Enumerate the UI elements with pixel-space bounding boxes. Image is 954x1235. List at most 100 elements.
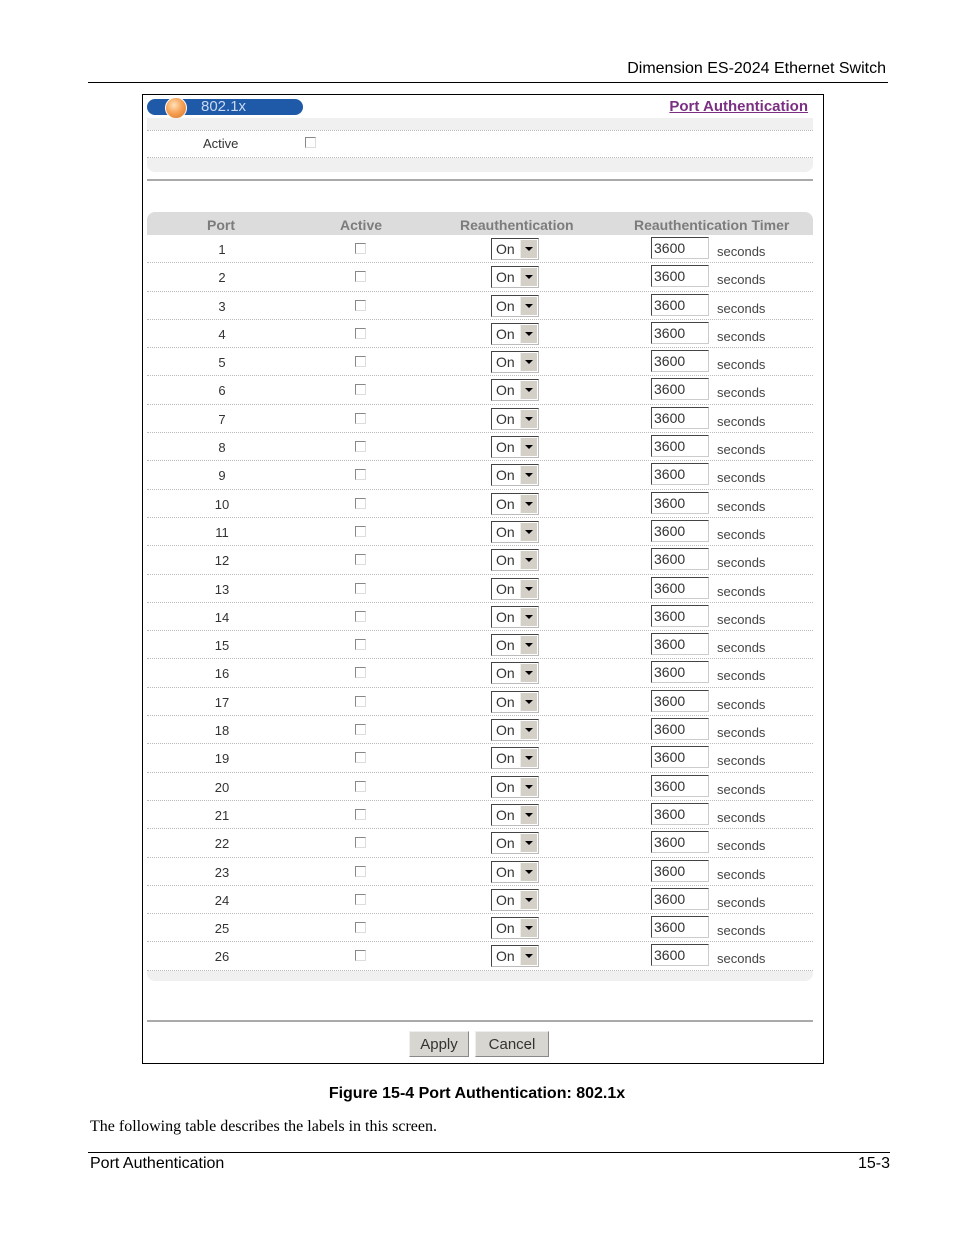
dropdown-arrow-icon[interactable]	[520, 296, 537, 315]
dropdown-arrow-icon[interactable]	[520, 749, 537, 768]
reauthentication-timer-input[interactable]	[651, 237, 709, 259]
reauthentication-select[interactable]: On	[491, 266, 539, 289]
dropdown-arrow-icon[interactable]	[520, 834, 537, 853]
reauthentication-select[interactable]: On	[491, 719, 539, 742]
reauthentication-select[interactable]: On	[491, 520, 539, 543]
port-active-checkbox[interactable]	[355, 469, 366, 481]
dropdown-arrow-icon[interactable]	[520, 890, 537, 909]
dropdown-arrow-icon[interactable]	[520, 636, 537, 655]
port-active-checkbox[interactable]	[355, 356, 366, 368]
port-active-checkbox[interactable]	[355, 808, 366, 820]
cancel-button[interactable]: Cancel	[475, 1031, 549, 1057]
reauthentication-select[interactable]: On	[491, 690, 539, 713]
reauthentication-timer-input[interactable]	[651, 350, 709, 373]
reauthentication-select[interactable]: On	[491, 322, 539, 345]
dropdown-arrow-icon[interactable]	[520, 862, 537, 881]
port-active-checkbox[interactable]	[355, 639, 366, 651]
dropdown-arrow-icon[interactable]	[520, 466, 537, 485]
reauthentication-timer-input[interactable]	[651, 718, 709, 741]
reauthentication-timer-input[interactable]	[651, 378, 709, 401]
reauthentication-timer-input[interactable]	[651, 802, 709, 825]
port-active-checkbox[interactable]	[355, 610, 366, 622]
port-active-checkbox[interactable]	[355, 724, 366, 736]
reauthentication-timer-input[interactable]	[651, 548, 709, 571]
reauthentication-select[interactable]: On	[491, 803, 539, 826]
reauthentication-select[interactable]: On	[491, 549, 539, 572]
reauthentication-timer-input[interactable]	[651, 321, 709, 344]
port-active-checkbox[interactable]	[355, 922, 366, 934]
reauthentication-timer-input[interactable]	[651, 265, 709, 288]
reauthentication-select[interactable]: On	[491, 662, 539, 685]
dropdown-arrow-icon[interactable]	[520, 324, 537, 343]
port-active-checkbox[interactable]	[355, 525, 366, 537]
dropdown-arrow-icon[interactable]	[520, 664, 537, 683]
port-active-checkbox[interactable]	[355, 299, 366, 311]
dropdown-arrow-icon[interactable]	[520, 692, 537, 711]
port-active-checkbox[interactable]	[355, 893, 366, 905]
dropdown-arrow-icon[interactable]	[520, 805, 537, 824]
reauthentication-timer-input[interactable]	[651, 746, 709, 769]
reauthentication-timer-input[interactable]	[651, 604, 709, 627]
reauthentication-timer-input[interactable]	[651, 661, 709, 684]
reauthentication-timer-input[interactable]	[651, 576, 709, 599]
reauthentication-select[interactable]: On	[491, 379, 539, 402]
reauthentication-select[interactable]: On	[491, 634, 539, 657]
global-active-checkbox[interactable]	[305, 137, 316, 148]
port-active-checkbox[interactable]	[355, 384, 366, 396]
port-active-checkbox[interactable]	[355, 243, 366, 254]
dropdown-arrow-icon[interactable]	[520, 919, 537, 938]
dropdown-arrow-icon[interactable]	[520, 947, 537, 966]
reauthentication-timer-input[interactable]	[651, 774, 709, 797]
reauthentication-timer-input[interactable]	[651, 435, 709, 458]
reauthentication-select[interactable]: On	[491, 492, 539, 515]
dropdown-arrow-icon[interactable]	[520, 777, 537, 796]
reauthentication-timer-input[interactable]	[651, 689, 709, 712]
port-active-checkbox[interactable]	[355, 667, 366, 679]
dropdown-arrow-icon[interactable]	[520, 353, 537, 372]
reauthentication-select[interactable]: On	[491, 238, 539, 260]
reauthentication-timer-input[interactable]	[651, 491, 709, 514]
dropdown-arrow-icon[interactable]	[520, 409, 537, 428]
reauthentication-select[interactable]: On	[491, 747, 539, 770]
reauthentication-select[interactable]: On	[491, 436, 539, 459]
dropdown-arrow-icon[interactable]	[520, 240, 537, 258]
reauthentication-select[interactable]: On	[491, 917, 539, 940]
port-active-checkbox[interactable]	[355, 412, 366, 424]
dropdown-arrow-icon[interactable]	[520, 438, 537, 457]
port-active-checkbox[interactable]	[355, 837, 366, 849]
port-active-checkbox[interactable]	[355, 582, 366, 594]
port-active-checkbox[interactable]	[355, 497, 366, 509]
port-active-checkbox[interactable]	[355, 865, 366, 877]
reauthentication-timer-input[interactable]	[651, 519, 709, 542]
reauthentication-select[interactable]: On	[491, 464, 539, 487]
reauthentication-timer-input[interactable]	[651, 916, 709, 939]
reauthentication-timer-input[interactable]	[651, 406, 709, 429]
reauthentication-timer-input[interactable]	[651, 887, 709, 910]
dropdown-arrow-icon[interactable]	[520, 381, 537, 400]
port-active-checkbox[interactable]	[355, 327, 366, 339]
apply-button[interactable]: Apply	[409, 1031, 469, 1057]
dropdown-arrow-icon[interactable]	[520, 579, 537, 598]
reauthentication-select[interactable]: On	[491, 832, 539, 855]
reauthentication-select[interactable]: On	[491, 407, 539, 430]
dropdown-arrow-icon[interactable]	[520, 522, 537, 541]
reauthentication-select[interactable]: On	[491, 294, 539, 317]
reauthentication-timer-input[interactable]	[651, 633, 709, 656]
reauthentication-select[interactable]: On	[491, 351, 539, 374]
dropdown-arrow-icon[interactable]	[520, 607, 537, 626]
dropdown-arrow-icon[interactable]	[520, 721, 537, 740]
port-authentication-link[interactable]: Port Authentication	[669, 98, 808, 115]
reauthentication-select[interactable]: On	[491, 577, 539, 600]
port-active-checkbox[interactable]	[355, 554, 366, 566]
reauthentication-select[interactable]: On	[491, 605, 539, 628]
reauthentication-timer-input[interactable]	[651, 944, 709, 967]
reauthentication-timer-input[interactable]	[651, 859, 709, 882]
dropdown-arrow-icon[interactable]	[520, 494, 537, 513]
reauthentication-select[interactable]: On	[491, 945, 539, 968]
port-active-checkbox[interactable]	[355, 441, 366, 453]
reauthentication-select[interactable]: On	[491, 775, 539, 798]
port-active-checkbox[interactable]	[355, 780, 366, 792]
reauthentication-select[interactable]: On	[491, 888, 539, 911]
port-active-checkbox[interactable]	[355, 271, 366, 283]
dropdown-arrow-icon[interactable]	[520, 268, 537, 287]
